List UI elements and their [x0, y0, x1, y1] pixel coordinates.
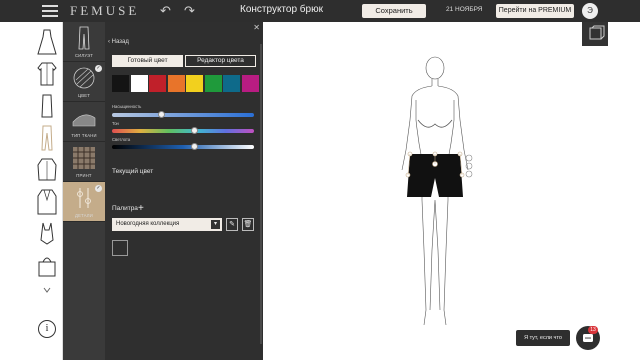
slider-handle[interactable] [190, 127, 198, 134]
color-swatch[interactable] [112, 75, 129, 92]
brand-logo: FEMUSE [70, 3, 140, 18]
category-label: ЦВЕТ [77, 93, 91, 98]
trousers-icon[interactable] [35, 124, 59, 152]
collection-select[interactable]: Новогодняя коллекция ▾ [112, 218, 222, 231]
add-palette-icon[interactable]: + [138, 203, 144, 214]
redo-icon[interactable]: ↷ [184, 3, 195, 19]
silhouette-thumb-icon [78, 26, 90, 50]
color-swatch[interactable] [223, 75, 240, 92]
color-thumb-icon [73, 67, 95, 89]
trash-icon[interactable]: 🗑 [242, 218, 254, 231]
dress-icon[interactable] [35, 28, 59, 56]
panel-scrollbar[interactable] [260, 44, 262, 344]
chevron-down-icon: ▾ [211, 220, 220, 229]
date-label: 21 НОЯБРЯ [446, 6, 483, 13]
collection-value: Новогодняя коллекция [116, 221, 180, 227]
category-fabric-type[interactable]: ТИП ТКАНИ [63, 102, 105, 142]
hue-label: Тон [112, 121, 119, 126]
fabric-thumb-icon [72, 114, 96, 127]
chevron-down-icon[interactable] [35, 284, 59, 296]
layers-icon[interactable] [582, 22, 608, 46]
bag-icon[interactable] [35, 252, 59, 280]
print-thumb-icon [73, 147, 95, 169]
palette-empty-swatch[interactable] [112, 240, 128, 256]
brightness-label: Светлота [112, 137, 131, 142]
chat-tooltip: Я тут, если что [516, 330, 570, 346]
color-swatch[interactable] [130, 75, 148, 92]
check-icon: ✓ [95, 185, 102, 192]
current-color-label: Текущий цвет [112, 168, 154, 175]
coat-icon[interactable] [35, 188, 59, 216]
menu-icon[interactable] [42, 4, 58, 18]
category-details[interactable]: ✓ ДЕТАЛИ [63, 182, 105, 222]
save-button[interactable]: Сохранить [362, 4, 426, 18]
undo-icon[interactable]: ↶ [160, 3, 171, 19]
category-label: ПРИНТ [76, 173, 92, 178]
category-color[interactable]: ✓ ЦВЕТ [63, 62, 105, 102]
swimsuit-icon[interactable] [35, 220, 59, 248]
back-label: Назад [111, 39, 129, 45]
color-swatch[interactable] [186, 75, 203, 92]
category-label: ТИП ТКАНИ [71, 133, 97, 138]
details-thumb-icon [77, 188, 91, 208]
slider-handle[interactable] [158, 111, 166, 118]
edit-icon[interactable]: ✎ [226, 218, 238, 231]
jacket-icon[interactable] [35, 156, 59, 184]
shirt-icon[interactable] [35, 60, 59, 88]
saturation-label: Насыщенность [112, 104, 142, 109]
slider-handle[interactable] [190, 143, 198, 150]
page-title: Конструктор брюк [240, 4, 323, 15]
color-swatch[interactable] [241, 75, 259, 92]
palette-label: Палитра [112, 205, 138, 212]
hue-slider[interactable] [112, 127, 254, 134]
category-print[interactable]: ПРИНТ [63, 142, 105, 182]
top-bar: FEMUSE ↶ ↷ Конструктор брюк Сохранить 21… [0, 0, 640, 22]
category-silhouette[interactable]: СИЛУЭТ [63, 22, 105, 62]
saturation-slider[interactable] [112, 111, 254, 118]
info-icon[interactable]: i [38, 320, 56, 338]
chat-badge: 13 [588, 326, 598, 334]
color-swatch[interactable] [167, 75, 185, 92]
color-panel: ✕ ‹ Назад Готовый цвет Редактор цвета На… [105, 22, 263, 360]
close-icon[interactable]: ✕ [253, 23, 260, 32]
avatar[interactable]: Э [582, 3, 598, 19]
fashion-figure[interactable] [372, 50, 492, 340]
category-label: ДЕТАЛИ [75, 213, 93, 218]
category-column: СИЛУЭТ ✓ ЦВЕТ ТИП ТКАНИ ПРИНТ ✓ ДЕТАЛИ [63, 22, 105, 360]
check-icon: ✓ [95, 65, 102, 72]
premium-button[interactable]: Перейти на PREMIUM [496, 4, 574, 18]
category-label: СИЛУЭТ [74, 53, 94, 58]
garment-sidebar: i [31, 22, 63, 360]
skirt-icon[interactable] [35, 92, 59, 120]
back-button[interactable]: ‹ Назад [108, 39, 129, 45]
color-swatch[interactable] [149, 75, 166, 92]
color-swatch[interactable] [204, 75, 222, 92]
brightness-slider[interactable] [112, 143, 254, 150]
tab-ready-color[interactable]: Готовый цвет [112, 55, 183, 67]
tab-color-editor[interactable]: Редактор цвета [185, 55, 256, 67]
